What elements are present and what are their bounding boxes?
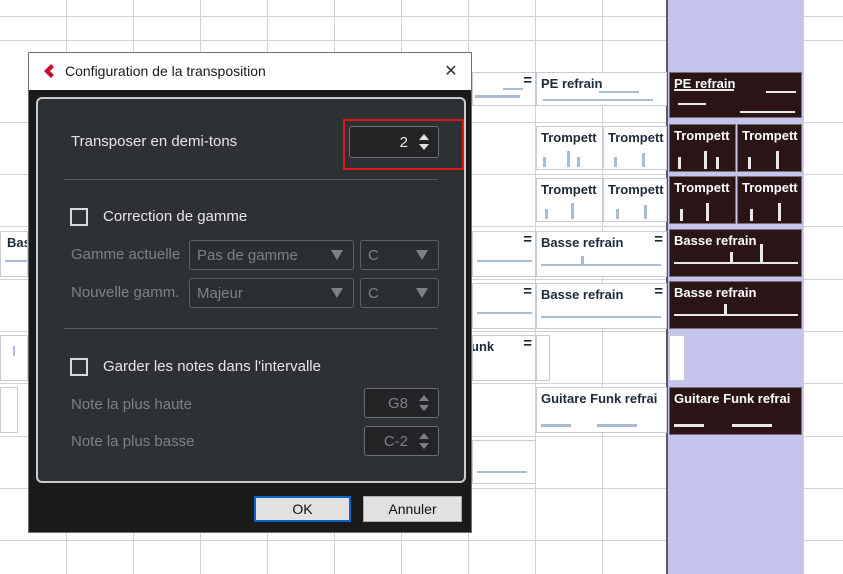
midi-event[interactable]: Trompett [536, 126, 603, 170]
new-scale-type-value: Majeur [197, 285, 243, 302]
keep-in-range-label: Garder les notes dans l'intervalle [103, 358, 321, 375]
midi-event[interactable]: Trompett [603, 178, 667, 222]
settings-panel: Transposer en demi-tons 2 Correction de … [36, 97, 466, 483]
midi-event-selected[interactable]: Trompett [737, 176, 802, 224]
divider [64, 328, 438, 329]
cubase-logo-icon [44, 64, 54, 78]
cancel-button[interactable]: Annuler [363, 496, 462, 522]
spin-arrows-icon[interactable] [418, 132, 430, 152]
new-scale-type-select[interactable]: Majeur [189, 278, 354, 308]
current-scale-type-value: Pas de gamme [197, 247, 298, 264]
event-label: Basse refrain [541, 235, 624, 250]
event-label: Trompett [674, 128, 730, 143]
event-label: Trompett [674, 180, 730, 195]
midi-event[interactable] [0, 335, 28, 381]
event-label: Guitare Funk refrai [674, 391, 791, 406]
dialog-title: Configuration de la transposition [65, 63, 266, 79]
close-icon[interactable]: ✕ [431, 53, 471, 90]
highest-note-spinbox[interactable]: G8 [364, 388, 439, 418]
event-label: Guitare Funk refrai [541, 391, 658, 406]
lowest-note-spinbox[interactable]: C-2 [364, 426, 439, 456]
new-scale-label: Nouvelle gamm. [71, 284, 180, 301]
current-scale-type-select[interactable]: Pas de gamme [189, 240, 354, 270]
event-menu-icon[interactable]: = [654, 232, 663, 248]
transpose-setup-dialog: Configuration de la transposition ✕ Tran… [28, 52, 472, 533]
scale-correction-checkbox[interactable] [70, 208, 88, 226]
midi-event[interactable] [0, 387, 18, 433]
midi-event-selected[interactable]: Basse refrain [669, 229, 802, 277]
lowest-note-label: Note la plus basse [71, 433, 195, 450]
midi-event-selected[interactable]: Trompett [669, 176, 736, 224]
midi-event-selected[interactable]: Trompett [737, 124, 802, 172]
event-label: unk [472, 339, 495, 354]
event-label: Trompett [541, 182, 597, 197]
scale-correction-label: Correction de gamme [103, 208, 248, 225]
event-label: Basse refrain [674, 285, 757, 300]
highest-note-value: G8 [387, 395, 408, 412]
midi-event[interactable] [669, 335, 685, 381]
chevron-down-icon [331, 288, 343, 298]
midi-event[interactable]: = [472, 231, 536, 277]
ok-button[interactable]: OK [254, 496, 351, 522]
event-label: Trompett [608, 182, 664, 197]
midi-event[interactable]: Bas [0, 231, 28, 277]
current-scale-label: Gamme actuelle [71, 246, 181, 263]
lowest-note-value: C-2 [383, 433, 408, 450]
transpose-value: 2 [399, 134, 408, 151]
event-menu-icon[interactable]: = [523, 232, 532, 248]
dialog-titlebar[interactable]: Configuration de la transposition ✕ [29, 53, 471, 90]
transpose-label: Transposer en demi-tons [71, 133, 238, 150]
midi-event[interactable] [472, 440, 536, 484]
midi-event-selected[interactable]: Basse refrain [669, 281, 802, 329]
midi-event[interactable]: Trompett [603, 126, 667, 170]
spin-arrows-icon[interactable] [418, 393, 430, 413]
event-label: Trompett [608, 130, 664, 145]
midi-event[interactable]: Guitare Funk refrai [536, 387, 667, 433]
midi-event-selected[interactable]: Trompett [669, 124, 736, 172]
divider [64, 179, 438, 180]
chevron-down-icon [331, 250, 343, 260]
highest-note-label: Note la plus haute [71, 396, 192, 413]
spin-arrows-icon[interactable] [418, 431, 430, 451]
event-label: Trompett [742, 128, 798, 143]
midi-event[interactable]: PE refrain [536, 72, 667, 106]
event-label: Basse refrain [674, 233, 757, 248]
midi-event[interactable]: unk = [472, 335, 536, 381]
event-label: Bas [7, 235, 27, 250]
midi-event-selected[interactable]: PE refrain [669, 72, 802, 118]
event-menu-icon[interactable]: = [523, 336, 532, 352]
current-scale-root-select[interactable]: C [360, 240, 439, 270]
keep-in-range-checkbox[interactable] [70, 358, 88, 376]
new-scale-root-value: C [368, 285, 379, 302]
event-label: Trompett [742, 180, 798, 195]
event-label: Trompett [541, 130, 597, 145]
chevron-down-icon [416, 250, 428, 260]
midi-event[interactable]: Trompett [536, 178, 603, 222]
event-label: PE refrain [541, 76, 603, 91]
midi-event[interactable]: = [472, 72, 536, 106]
chevron-down-icon [416, 288, 428, 298]
midi-event[interactable]: Basse refrain = [536, 283, 667, 329]
midi-event-selected[interactable]: Guitare Funk refrai [669, 387, 802, 435]
event-label: Basse refrain [541, 287, 624, 302]
new-scale-root-select[interactable]: C [360, 278, 439, 308]
event-menu-icon[interactable]: = [523, 284, 532, 300]
transpose-semitones-spinbox[interactable]: 2 [349, 126, 439, 158]
midi-event[interactable]: Basse refrain = [536, 231, 667, 277]
midi-event[interactable]: = [472, 283, 536, 329]
event-menu-icon[interactable]: = [654, 284, 663, 300]
event-menu-icon[interactable]: = [523, 73, 532, 89]
midi-event[interactable] [536, 335, 550, 381]
current-scale-root-value: C [368, 247, 379, 264]
